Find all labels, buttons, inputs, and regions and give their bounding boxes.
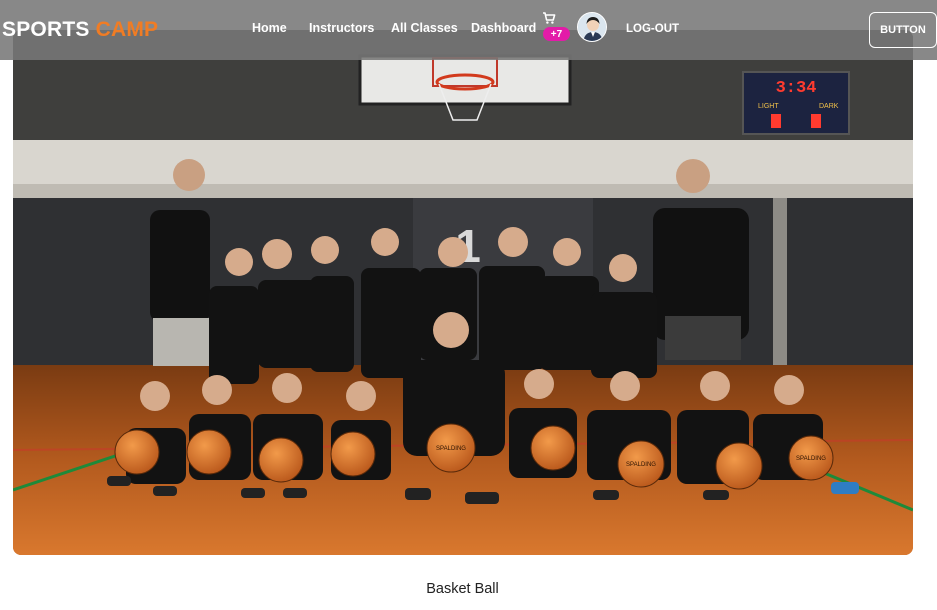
svg-text:DARK: DARK <box>819 103 839 110</box>
nav-link-all-classes[interactable]: All Classes <box>391 21 458 35</box>
svg-text:LIGHT: LIGHT <box>758 103 779 110</box>
svg-text:3:34: 3:34 <box>776 79 817 98</box>
class-title: Basket Ball <box>426 581 499 597</box>
brand-logo[interactable]: SPORTS CAMP <box>2 18 158 42</box>
brand-text-sports: SPORTS <box>2 18 96 41</box>
nav-link-dashboard[interactable]: Dashboard <box>471 21 536 35</box>
nav-link-logout[interactable]: LOG-OUT <box>626 23 679 35</box>
top-navbar: SPORTS CAMP Home Instructors All Classes… <box>0 0 937 60</box>
primary-action-button[interactable]: BUTTON <box>869 12 937 48</box>
cart-icon[interactable] <box>542 11 556 25</box>
class-photo: 3:34 LIGHT DARK 1 SPALDING SPALDING SPAL… <box>13 30 913 555</box>
cart-count-badge: +7 <box>543 27 570 41</box>
brand-text-camp: CAMP <box>95 18 159 41</box>
nav-link-instructors[interactable]: Instructors <box>309 21 374 35</box>
svg-text:SPALDING: SPALDING <box>436 446 466 452</box>
svg-text:SPALDING: SPALDING <box>626 462 656 468</box>
nav-link-home[interactable]: Home <box>252 21 287 35</box>
svg-text:SPALDING: SPALDING <box>796 456 826 462</box>
user-avatar[interactable] <box>577 12 607 42</box>
